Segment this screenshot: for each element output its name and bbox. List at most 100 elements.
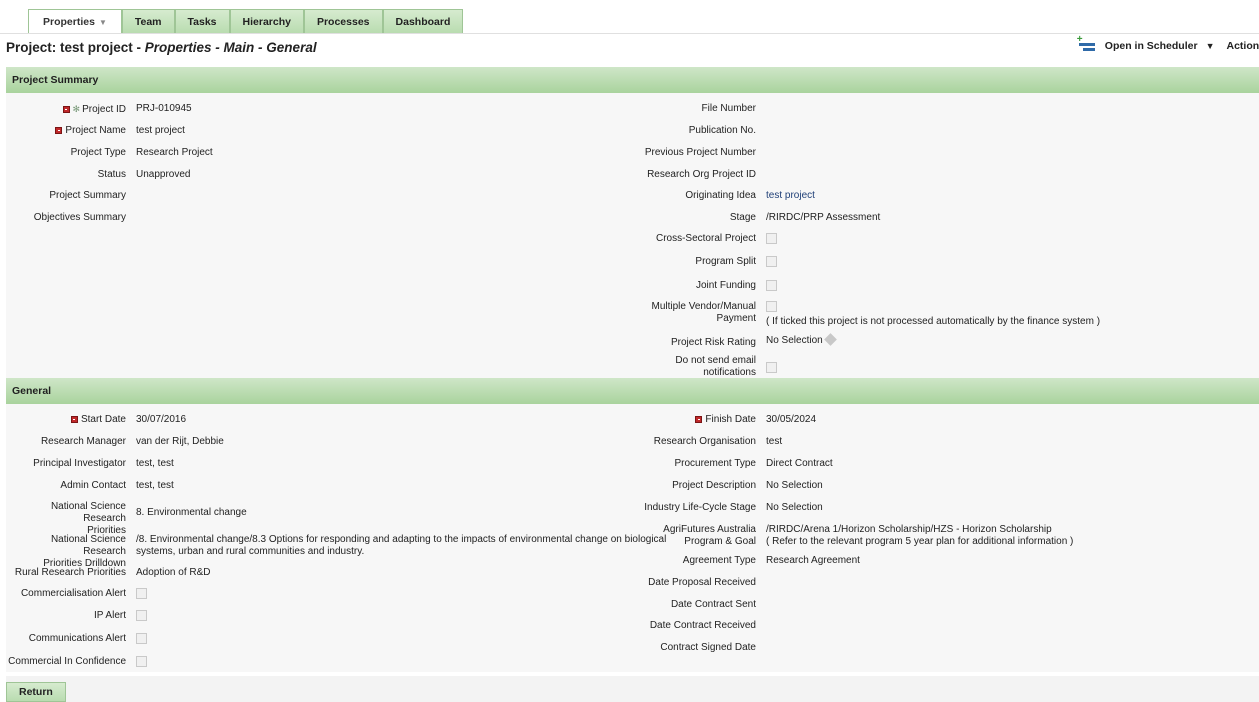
checkbox-wrap bbox=[126, 610, 147, 625]
field-multiple-vendor: Multiple Vendor/Manual Payment ( If ticke… bbox=[600, 301, 1100, 328]
contract-signed-label: Contract Signed Date bbox=[660, 642, 756, 653]
research-org-label: Research Organisation bbox=[653, 436, 756, 447]
procurement-type-value: Direct Contract bbox=[766, 458, 833, 469]
toolbar: + Open in Scheduler ▼ Actions bbox=[1077, 34, 1259, 54]
tab-team[interactable]: Team bbox=[121, 9, 175, 33]
field-date-contract-received: Date Contract Received bbox=[600, 620, 756, 632]
project-name-value: test project bbox=[136, 125, 185, 136]
project-description-value: No Selection bbox=[766, 480, 823, 491]
multiple-vendor-checkbox[interactable] bbox=[766, 301, 777, 312]
communications-checkbox[interactable] bbox=[136, 633, 147, 644]
tab-label: Dashboard bbox=[395, 16, 451, 28]
divider bbox=[0, 33, 1259, 34]
field-project-risk-rating: Project Risk Rating No Selection bbox=[600, 333, 837, 349]
joint-funding-checkbox[interactable] bbox=[766, 280, 777, 291]
field-project-description: Project Description No Selection bbox=[600, 480, 823, 492]
risk-rating-value: No Selection bbox=[756, 333, 837, 347]
label-text: Start Date bbox=[80, 414, 126, 425]
field-commercial-in-confidence: Commercial In Confidence bbox=[6, 656, 147, 671]
field-agreement-type: Agreement Type Research Agreement bbox=[600, 555, 860, 567]
start-date-label: Start Date bbox=[6, 414, 126, 426]
research-org-value: test bbox=[766, 436, 783, 447]
key-icon: ✻ bbox=[72, 104, 81, 114]
field-cross-sectoral: Cross-Sectoral Project bbox=[600, 233, 777, 248]
multiple-vendor-label: Multiple Vendor/Manual Payment bbox=[600, 301, 756, 325]
checkbox-wrap bbox=[756, 355, 777, 377]
field-no-email: Do not send email notifications bbox=[600, 355, 777, 379]
open-in-scheduler-button[interactable]: Open in Scheduler bbox=[1105, 40, 1198, 52]
chevron-down-icon[interactable]: ▼ bbox=[1206, 41, 1215, 51]
required-icon bbox=[55, 127, 63, 134]
risk-rating-label: Project Risk Rating bbox=[670, 337, 756, 348]
checkbox-wrap bbox=[756, 256, 777, 271]
checkbox-wrap bbox=[756, 233, 777, 248]
field-contract-signed-date: Contract Signed Date bbox=[600, 642, 756, 654]
section-header-project-summary[interactable]: Project Summary bbox=[6, 67, 1259, 93]
field-date-contract-sent: Date Contract Sent bbox=[600, 599, 756, 611]
cross-sectoral-checkbox[interactable] bbox=[766, 233, 777, 244]
nsrp-drilldown-label: National Science Research Priorities Dril… bbox=[6, 534, 126, 570]
value-line: /8. Environmental change/8.3 Options for… bbox=[136, 534, 667, 545]
principal-investigator-label: Principal Investigator bbox=[33, 458, 126, 469]
finish-date-label: Finish Date bbox=[600, 414, 756, 426]
commercial-confidence-checkbox[interactable] bbox=[136, 656, 147, 667]
agrifutures-value: /RIRDC/Arena 1/Horizon Scholarship/HZS -… bbox=[756, 524, 1073, 548]
no-email-label: Do not send email notifications bbox=[600, 355, 756, 379]
field-originating-idea: Originating Idea test project bbox=[600, 190, 815, 202]
project-name-label: Project Name bbox=[65, 125, 126, 136]
page-title-main: Project: test project - bbox=[6, 40, 145, 55]
principal-investigator-value: test, test bbox=[136, 458, 174, 469]
field-principal-investigator: Principal Investigator test, test bbox=[6, 458, 174, 470]
field-finish-date: Finish Date 30/05/2024 bbox=[600, 414, 816, 426]
field-admin-contact: Admin Contact test, test bbox=[6, 480, 174, 492]
field-commercialisation-alert: Commercialisation Alert bbox=[6, 588, 147, 603]
ip-alert-checkbox[interactable] bbox=[136, 610, 147, 621]
field-nsrp-drilldown: National Science Research Priorities Dril… bbox=[6, 534, 666, 570]
multiple-vendor-value: ( If ticked this project is not processe… bbox=[756, 301, 1100, 328]
field-label: Project Name bbox=[6, 125, 126, 137]
status-value: Unapproved bbox=[136, 169, 191, 180]
label-line: Payment bbox=[716, 313, 756, 324]
chevron-down-icon: ▼ bbox=[98, 18, 107, 27]
label-line: Multiple Vendor/Manual bbox=[651, 301, 756, 312]
rrp-label: Rural Research Priorities bbox=[14, 567, 126, 578]
project-summary-label: Project Summary bbox=[49, 190, 126, 201]
tab-label: Properties bbox=[43, 16, 95, 28]
tab-dashboard[interactable]: Dashboard bbox=[382, 9, 464, 33]
label-line: AgriFutures Australia bbox=[663, 524, 756, 535]
stage-label: Stage bbox=[729, 212, 756, 223]
label-line: National Science Research bbox=[50, 501, 126, 524]
tab-tasks[interactable]: Tasks bbox=[174, 9, 230, 33]
status-label: Status bbox=[97, 169, 126, 180]
objectives-summary-label: Objectives Summary bbox=[33, 212, 126, 223]
originating-idea-link[interactable]: test project bbox=[756, 190, 815, 202]
commercialisation-checkbox[interactable] bbox=[136, 588, 147, 599]
required-icon bbox=[70, 416, 78, 423]
commercial-confidence-label: Commercial In Confidence bbox=[8, 656, 126, 667]
field-ip-alert: IP Alert bbox=[6, 610, 147, 625]
agrifutures-label: AgriFutures Australia Program & Goal bbox=[600, 524, 756, 548]
nsrp-value: 8. Environmental change bbox=[136, 507, 247, 518]
label-line: Program & Goal bbox=[684, 536, 756, 547]
actions-menu[interactable]: Actions bbox=[1226, 40, 1259, 52]
program-split-checkbox[interactable] bbox=[766, 256, 777, 267]
rrp-value: Adoption of R&D bbox=[136, 567, 211, 578]
admin-contact-value: test, test bbox=[136, 480, 174, 491]
selector-diamond-icon[interactable] bbox=[823, 333, 837, 346]
lifecycle-label: Industry Life-Cycle Stage bbox=[644, 502, 756, 513]
checkbox-wrap bbox=[126, 588, 147, 603]
tab-processes[interactable]: Processes bbox=[303, 9, 383, 33]
field-status: Status Unapproved bbox=[6, 169, 191, 181]
no-email-checkbox[interactable] bbox=[766, 362, 777, 373]
tab-bar: Properties ▼ Team Tasks Hierarchy Process… bbox=[28, 9, 464, 33]
scheduler-icon[interactable]: + bbox=[1077, 34, 1097, 54]
section-header-general[interactable]: General bbox=[6, 378, 1259, 404]
tab-properties[interactable]: Properties ▼ bbox=[28, 9, 122, 33]
previous-project-number-label: Previous Project Number bbox=[644, 147, 756, 158]
date-proposal-label: Date Proposal Received bbox=[648, 577, 756, 588]
tab-hierarchy[interactable]: Hierarchy bbox=[229, 9, 304, 33]
project-description-label: Project Description bbox=[672, 480, 756, 491]
return-button[interactable]: Return bbox=[6, 682, 66, 702]
project-type-value: Research Project bbox=[136, 147, 213, 158]
cross-sectoral-label: Cross-Sectoral Project bbox=[655, 233, 756, 244]
